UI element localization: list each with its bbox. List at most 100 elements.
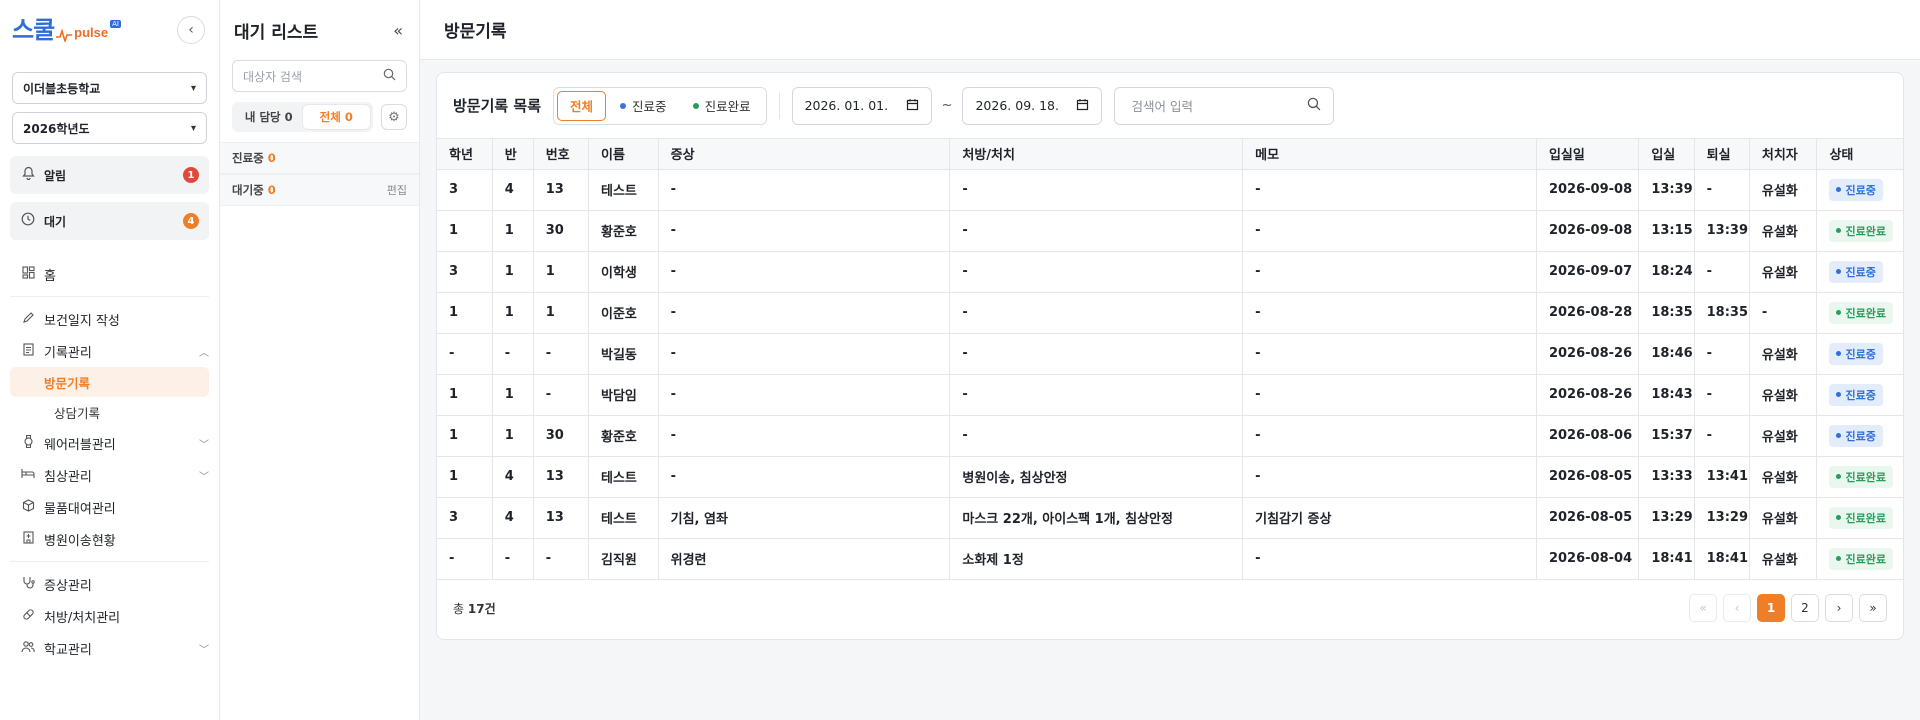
status-badge: 진료완료 bbox=[1829, 506, 1893, 529]
total-suffix: 건 bbox=[484, 601, 496, 616]
year-select[interactable]: 2026학년도 ▾ bbox=[12, 112, 207, 144]
column-header: 반 bbox=[492, 139, 534, 170]
table-row[interactable]: 1 4 13 테스트 - 병원이송, 침상안정 -2026-08-05 13:33 13:41 유… bbox=[437, 456, 1903, 498]
filter-done-label: 진료완료 bbox=[704, 99, 751, 114]
table-cell: 진료중 bbox=[1816, 251, 1903, 293]
green-dot-icon bbox=[1836, 556, 1842, 561]
table-cell: - bbox=[949, 251, 1244, 293]
next-page-button[interactable]: › bbox=[1825, 594, 1853, 622]
nav-sub-visit-records[interactable]: 방문기록 bbox=[10, 367, 209, 397]
nav-bed[interactable]: 침상관리 ﹀ bbox=[0, 459, 219, 491]
nav-symptom[interactable]: 증상관리 bbox=[0, 568, 219, 600]
table-row[interactable]: 3 4 13 테스트 기침, 염좌 마스크 22개, 아이스팩 1개, 침상안정 기침감기 … bbox=[437, 497, 1903, 539]
table-cell: 유설화 bbox=[1749, 333, 1818, 375]
filter-ing-button[interactable]: 진료중 bbox=[608, 91, 679, 121]
tab-mine[interactable]: 내 담당 0 bbox=[235, 105, 303, 129]
date-from-input[interactable]: 2026. 01. 01. bbox=[791, 86, 932, 125]
table-cell: 1 bbox=[437, 374, 493, 416]
nav-wearable[interactable]: 웨어러블관리 ﹀ bbox=[0, 427, 219, 459]
table-cell: - bbox=[949, 292, 1244, 334]
school-select[interactable]: 이더블초등학교 ▾ bbox=[12, 72, 207, 104]
table-row[interactable]: 1 1 1 이준호 - - -2026-08-28 18:35 18:35- 진료완료 bbox=[437, 292, 1903, 334]
prev-page-button[interactable]: ‹ bbox=[1723, 594, 1751, 622]
table-cell: 진료완료 bbox=[1816, 292, 1903, 334]
table-cell: - bbox=[949, 333, 1244, 375]
blue-dot-icon bbox=[620, 102, 627, 109]
first-page-button[interactable]: « bbox=[1689, 594, 1717, 622]
filter-done-button[interactable]: 진료완료 bbox=[681, 91, 763, 121]
page-2-button[interactable]: 2 bbox=[1791, 594, 1819, 622]
waiting-tabs-row: 내 담당 0 전체 0 ⚙ bbox=[232, 102, 407, 132]
table-row[interactable]: - - - 김직원 위경련 소화제 1정 -2026-08-04 18:41 18:41 유설화 진… bbox=[437, 538, 1903, 580]
nav-home[interactable]: 홈 bbox=[0, 258, 219, 290]
nav-school-mgmt-label: 학교관리 bbox=[44, 642, 92, 658]
sidebar-collapse-button[interactable]: ‹ bbox=[177, 16, 205, 44]
double-chevron-left-icon[interactable]: « bbox=[393, 21, 403, 40]
waiting-search-input[interactable]: 대상자 검색 bbox=[232, 60, 407, 92]
status-badge: 진료완료 bbox=[1829, 547, 1893, 570]
nav-prescription[interactable]: 처방/처치관리 bbox=[0, 600, 219, 632]
calendar-icon bbox=[906, 98, 919, 114]
table-row[interactable]: 3 4 13 테스트 - - -2026-09-08 13:39- 유설화 진료중 bbox=[437, 169, 1903, 211]
edit-button[interactable]: 편집 bbox=[387, 182, 407, 198]
table-cell: 테스트 bbox=[588, 456, 659, 498]
nav-school-mgmt[interactable]: 학교관리 ﹀ bbox=[0, 632, 219, 664]
pagination: « ‹ 1 2 › » bbox=[1689, 594, 1887, 622]
nav-sub-consult-records[interactable]: 상담기록 bbox=[10, 397, 209, 427]
green-dot-icon bbox=[1836, 310, 1842, 315]
tab-all[interactable]: 전체 0 bbox=[302, 105, 370, 129]
filter-ing-label: 진료중 bbox=[632, 99, 667, 114]
status-badge: 진료중 bbox=[1829, 383, 1883, 406]
records-search-input[interactable]: 검색어 입력 bbox=[1114, 86, 1335, 125]
status-badge-label: 진료완료 bbox=[1845, 224, 1886, 238]
table-row[interactable]: 1 1 30 황준호 - - -2026-09-08 13:15 13:39 유설화 진료완료 bbox=[437, 210, 1903, 252]
app-logo[interactable]: 스쿨 pulse AI bbox=[12, 18, 121, 42]
chevron-down-icon: ﹀ bbox=[199, 644, 209, 656]
gear-icon: ⚙ bbox=[388, 109, 400, 125]
visit-records-card: 방문기록 목록 전체 진료중 진료완료 2026. 01. 01. ~ 2026… bbox=[436, 72, 1904, 640]
table-row[interactable]: - - - 박길동 - - -2026-08-26 18:46- 유설화 진료중 bbox=[437, 333, 1903, 375]
table-cell: 3 bbox=[437, 497, 493, 539]
table-cell: 박담임 bbox=[588, 374, 659, 416]
filter-all-button[interactable]: 전체 bbox=[557, 90, 607, 121]
table-cell: 13:39 bbox=[1694, 210, 1750, 252]
waiting-item[interactable]: 대기 4 bbox=[10, 202, 209, 240]
table-header-row: 학년 반 번호 이름 증상 처방/처치 메모 입실일 입실 퇴실 처치자 상태 bbox=[437, 139, 1903, 170]
status-badge: 진료중 bbox=[1829, 424, 1883, 447]
table-row[interactable]: 3 1 1 이학생 - - -2026-09-07 18:24- 유설화 진료중 bbox=[437, 251, 1903, 293]
table-row[interactable]: 1 1- 박담임 - - -2026-08-26 18:43- 유설화 진료중 bbox=[437, 374, 1903, 416]
nav-health-log[interactable]: 보건일지 작성 bbox=[0, 303, 219, 335]
table-cell: - bbox=[1242, 538, 1537, 580]
nav-rental-label: 물품대여관리 bbox=[44, 501, 116, 517]
column-header: 메모 bbox=[1242, 139, 1537, 170]
waiting-settings-button[interactable]: ⚙ bbox=[381, 104, 407, 130]
table-cell: - bbox=[949, 169, 1244, 211]
table-cell: 1 bbox=[533, 251, 590, 293]
table-cell: 병원이송, 침상안정 bbox=[949, 456, 1244, 498]
nav-prescription-label: 처방/처치관리 bbox=[44, 610, 121, 626]
green-dot-icon bbox=[1836, 474, 1842, 479]
table-cell: 18:35 bbox=[1694, 292, 1750, 334]
table-cell: 테스트 bbox=[588, 497, 659, 539]
nav-hospital[interactable]: 병원이송현황 bbox=[0, 523, 219, 555]
table-row[interactable]: 1 1 30 황준호 - - -2026-08-06 15:37- 유설화 진료중 bbox=[437, 415, 1903, 457]
table-cell: 4 bbox=[492, 497, 534, 539]
notification-item[interactable]: 알림 1 bbox=[10, 156, 209, 194]
pulse-wave-icon bbox=[56, 28, 73, 42]
last-page-button[interactable]: » bbox=[1859, 594, 1887, 622]
total-number: 17 bbox=[467, 601, 485, 616]
in-treatment-label: 진료중 bbox=[232, 151, 264, 165]
date-to-input[interactable]: 2026. 09. 18. bbox=[962, 86, 1103, 125]
table-cell: 진료중 bbox=[1816, 374, 1903, 416]
table-cell: - bbox=[533, 538, 590, 580]
table-cell: - bbox=[1694, 333, 1750, 375]
table-cell: 1 bbox=[492, 251, 534, 293]
table-cell: 1 bbox=[533, 292, 590, 334]
nav-records[interactable]: 기록관리 ︿ bbox=[0, 335, 219, 367]
nav-rental[interactable]: 물품대여관리 bbox=[0, 491, 219, 523]
table-cell: - bbox=[658, 415, 951, 457]
waiting-section-label: 대기중 bbox=[232, 183, 264, 197]
page-1-button[interactable]: 1 bbox=[1757, 594, 1785, 622]
table-cell: - bbox=[1694, 251, 1750, 293]
table-cell: - bbox=[1242, 374, 1537, 416]
